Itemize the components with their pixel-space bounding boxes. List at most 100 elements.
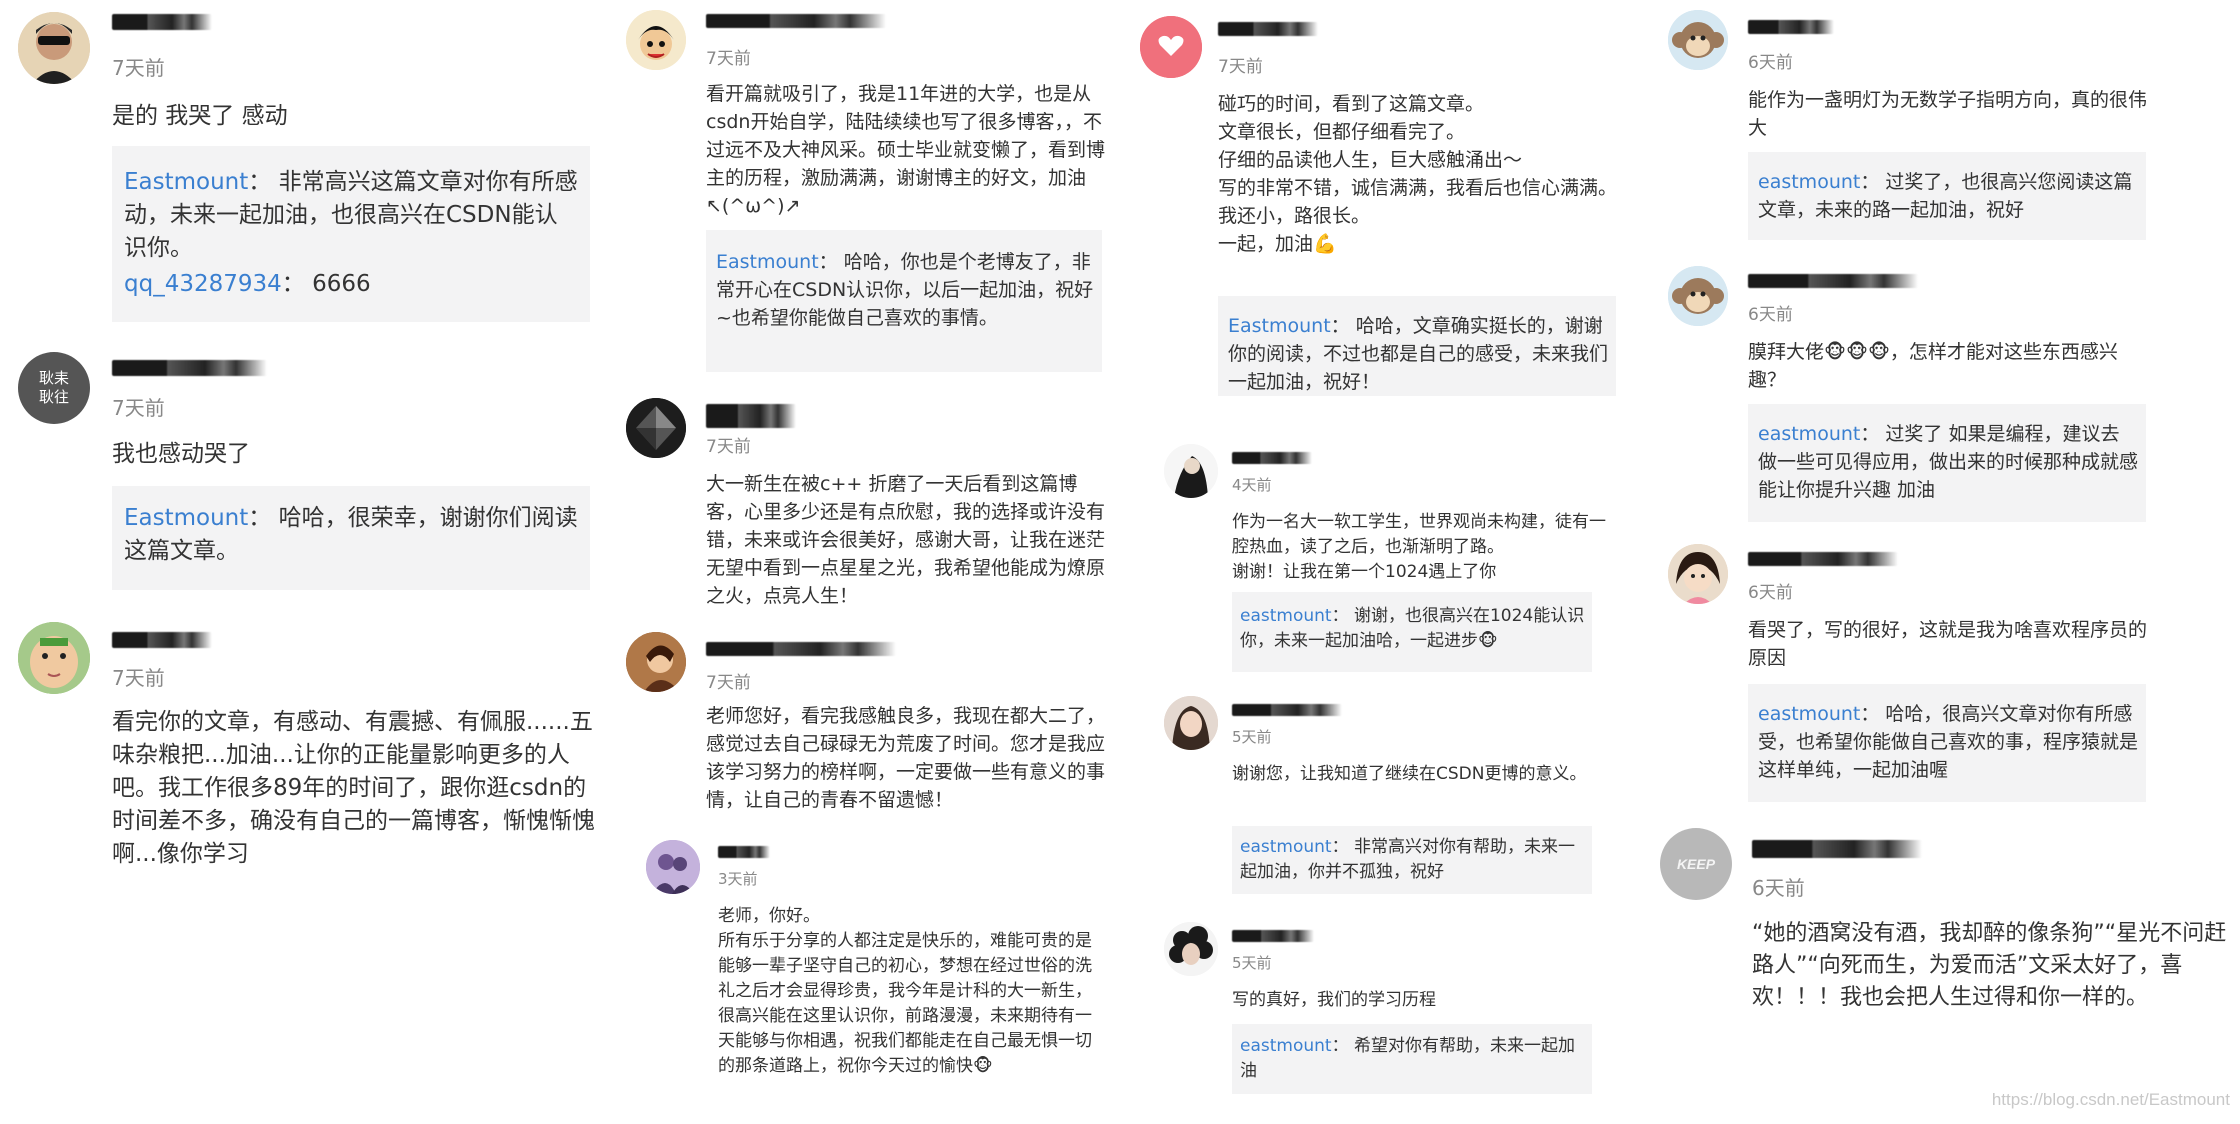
- reply-text-2: qq_43287934： 6666: [124, 268, 580, 301]
- purple-couple-avatar[interactable]: [646, 840, 700, 894]
- comment-item: 6天前 膜拜大佬🐵🐵🐵，怎样才能对这些东西感兴趣？ eastmount： 过奖了…: [1660, 258, 2240, 528]
- comment-time: 5天前: [1232, 728, 1272, 746]
- reply-text: eastmount： 哈哈，很高兴文章对你有所感受，也希望你能做自己喜欢的事，程…: [1758, 700, 2138, 784]
- reply-username[interactable]: eastmount: [1240, 837, 1332, 857]
- comment-body: 谢谢您，让我知道了继续在CSDN更博的意义。: [1232, 764, 1587, 784]
- comment-item: 4天前 作为一名大一软工学生，世界观尚未构建，徒有一腔热血，读了之后，也渐渐明了…: [1130, 440, 1650, 680]
- username-redacted[interactable]: [706, 404, 796, 428]
- comment-body: 写的真好，我们的学习历程: [1232, 990, 1436, 1010]
- anime-character-avatar[interactable]: [626, 10, 686, 70]
- comment-time: 7天前: [706, 49, 751, 69]
- comment-time: 7天前: [1218, 57, 1263, 77]
- reply-separator: ：: [1860, 171, 1880, 193]
- comment-body: 看开篇就吸引了，我是11年进的大学，也是从csdn开始自学，陆陆续续也写了很多博…: [706, 83, 1106, 217]
- reply-text: eastmount： 非常高兴对你有帮助，未来一起加油，你并不孤独，祝好: [1240, 835, 1586, 885]
- reply-separator: ：: [1331, 837, 1349, 857]
- comment-item: 5天前 写的真好，我们的学习历程 eastmount： 希望对你有帮助，未来一起…: [1130, 918, 1650, 1108]
- child-photo-avatar[interactable]: [1668, 544, 1728, 604]
- keep-shirt-avatar[interactable]: KEEP: [1660, 828, 1732, 900]
- reply-text: eastmount： 希望对你有帮助，未来一起加油: [1240, 1034, 1586, 1084]
- reply-username[interactable]: Eastmount: [124, 505, 248, 531]
- reply-username[interactable]: Eastmount: [1228, 315, 1331, 337]
- reply-box: Eastmount： 哈哈，很荣幸，谢谢你们阅读这篇文章。: [112, 486, 590, 590]
- comment-time: 4天前: [1232, 476, 1272, 494]
- reply-separator: ：: [1860, 703, 1880, 725]
- dark-crystal-avatar[interactable]: [626, 398, 686, 458]
- username-redacted[interactable]: [1748, 274, 1918, 288]
- ink-figure-avatar[interactable]: [1164, 444, 1218, 498]
- reply-content-2: 6666: [304, 271, 371, 297]
- reply-separator: ：: [281, 271, 305, 297]
- comment-time: 6天前: [1748, 583, 1793, 603]
- username-redacted[interactable]: [1218, 22, 1318, 36]
- username-redacted[interactable]: [706, 642, 896, 656]
- username-redacted[interactable]: [1748, 20, 1834, 34]
- comment-body: 大一新生在被c++ 折磨了一天后看到这篇博客，心里多少还是有点欣慰，我的选择或许…: [706, 473, 1106, 607]
- comment-body: “她的酒窝没有酒，我却醉的像条狗”“星光不问赶路人”“向死而生，为爱而活”文采太…: [1752, 921, 2227, 1010]
- comment-item: 6天前 看哭了，写的很好，这就是我为啥喜欢程序员的原因 eastmount： 哈…: [1660, 540, 2240, 810]
- reply-separator: ：: [1331, 1036, 1349, 1056]
- comment-item: 6天前 能作为一盏明灯为无数学子指明方向，真的很伟大 eastmount： 过奖…: [1660, 0, 2240, 250]
- seal-text: 耿耒耿往: [38, 369, 69, 406]
- comment-time: 6天前: [1748, 53, 1793, 73]
- comment-item: 5天前 谢谢您，让我知道了继续在CSDN更博的意义。 eastmount： 非常…: [1130, 692, 1650, 902]
- comment-body: 作为一名大一软工学生，世界观尚未构建，徒有一腔热血，读了之后，也渐渐明了路。 谢…: [1232, 512, 1606, 582]
- reply-username-2[interactable]: qq_43287934: [124, 271, 282, 297]
- reply-text: Eastmount： 哈哈，你也是个老博友了，非常开心在CSDN认识你，以后一起…: [716, 248, 1094, 332]
- monkey-avatar[interactable]: [1668, 266, 1728, 326]
- username-redacted[interactable]: [1748, 552, 1898, 566]
- comment-time: 5天前: [1232, 954, 1272, 972]
- reply-separator: ：: [248, 169, 272, 195]
- reply-separator: ：: [818, 251, 838, 273]
- curly-hair-avatar[interactable]: [1164, 922, 1218, 976]
- keep-text: KEEP: [1676, 856, 1716, 872]
- reply-box: eastmount： 过奖了，也很高兴您阅读这篇文章，未来的路一起加油，祝好: [1748, 152, 2146, 240]
- reply-username[interactable]: eastmount: [1240, 606, 1332, 626]
- reply-text: Eastmount： 哈哈，文章确实挺长的，谢谢你的阅读，不过也都是自己的感受，…: [1228, 312, 1608, 396]
- girl-portrait-avatar[interactable]: [1164, 696, 1218, 750]
- username-redacted[interactable]: [1232, 930, 1314, 942]
- username-redacted[interactable]: [112, 14, 212, 30]
- username-redacted[interactable]: [1752, 840, 1922, 858]
- reply-username[interactable]: eastmount: [1758, 171, 1860, 193]
- reply-text: Eastmount： 哈哈，很荣幸，谢谢你们阅读这篇文章。: [124, 502, 580, 568]
- username-redacted[interactable]: [706, 14, 886, 28]
- reply-text: Eastmount： 非常高兴这篇文章对你有所感动，未来一起加油，也很高兴在CS…: [124, 166, 580, 265]
- comment-time: 7天前: [112, 666, 165, 690]
- comment-item: 7天前 碰巧的时间，看到了这篇文章。 文章很长，但都仔细看完了。 仔细的品读他人…: [1130, 0, 1650, 405]
- username-redacted[interactable]: [1232, 704, 1342, 716]
- username-redacted[interactable]: [1232, 452, 1312, 464]
- comment-body: 碰巧的时间，看到了这篇文章。 文章很长，但都仔细看完了。 仔细的品读他人生，巨大…: [1218, 93, 1618, 255]
- reply-username[interactable]: Eastmount: [716, 251, 819, 273]
- monkey-avatar[interactable]: [1668, 10, 1728, 70]
- reply-username[interactable]: Eastmount: [124, 169, 248, 195]
- comment-body: 能作为一盏明灯为无数学子指明方向，真的很伟大: [1748, 89, 2148, 139]
- baby-face-avatar[interactable]: [18, 622, 90, 694]
- reply-separator: ：: [248, 505, 272, 531]
- username-redacted[interactable]: [718, 846, 770, 858]
- reply-text: eastmount： 谢谢，也很高兴在1024能认识你，未来一起加油哈，一起进步…: [1240, 604, 1586, 654]
- reply-username[interactable]: eastmount: [1758, 423, 1860, 445]
- pink-heart-avatar[interactable]: [1140, 16, 1202, 78]
- chinese-seal-avatar[interactable]: 耿耒耿往: [18, 352, 90, 424]
- username-redacted[interactable]: [112, 360, 267, 376]
- sunglasses-person-avatar[interactable]: [18, 12, 90, 84]
- comment-time: 6天前: [1748, 305, 1793, 325]
- reply-text: eastmount： 过奖了 如果是编程，建议去做一些可见得应用，做出来的时候那…: [1758, 420, 2138, 504]
- comment-time: 7天前: [706, 437, 751, 457]
- username-redacted[interactable]: [112, 632, 212, 648]
- comment-body: 看哭了，写的很好，这就是我为啥喜欢程序员的原因: [1748, 619, 2148, 669]
- comment-time: 3天前: [718, 870, 758, 888]
- comment-time: 6天前: [1752, 876, 1805, 900]
- reply-box: eastmount： 非常高兴对你有帮助，未来一起加油，你并不孤独，祝好: [1232, 826, 1592, 894]
- comment-body: 老师您好，看完我感触良多，我现在都大二了，感觉过去自己碌碌无为荒废了时间。您才是…: [706, 705, 1106, 811]
- reply-separator: ：: [1330, 315, 1350, 337]
- reply-username[interactable]: eastmount: [1240, 1036, 1332, 1056]
- reply-username[interactable]: eastmount: [1758, 703, 1860, 725]
- comment-body: 是的 我哭了 感动: [112, 103, 288, 129]
- comment-body: 我也感动哭了: [112, 441, 250, 467]
- comment-time: 7天前: [112, 396, 165, 420]
- comment-item: 耿耒耿往 7天前 我也感动哭了 Eastmount： 哈哈，很荣幸，谢谢你们阅读…: [0, 340, 610, 600]
- reply-box: eastmount： 谢谢，也很高兴在1024能认识你，未来一起加油哈，一起进步…: [1232, 592, 1592, 672]
- warm-portrait-avatar[interactable]: [626, 632, 686, 692]
